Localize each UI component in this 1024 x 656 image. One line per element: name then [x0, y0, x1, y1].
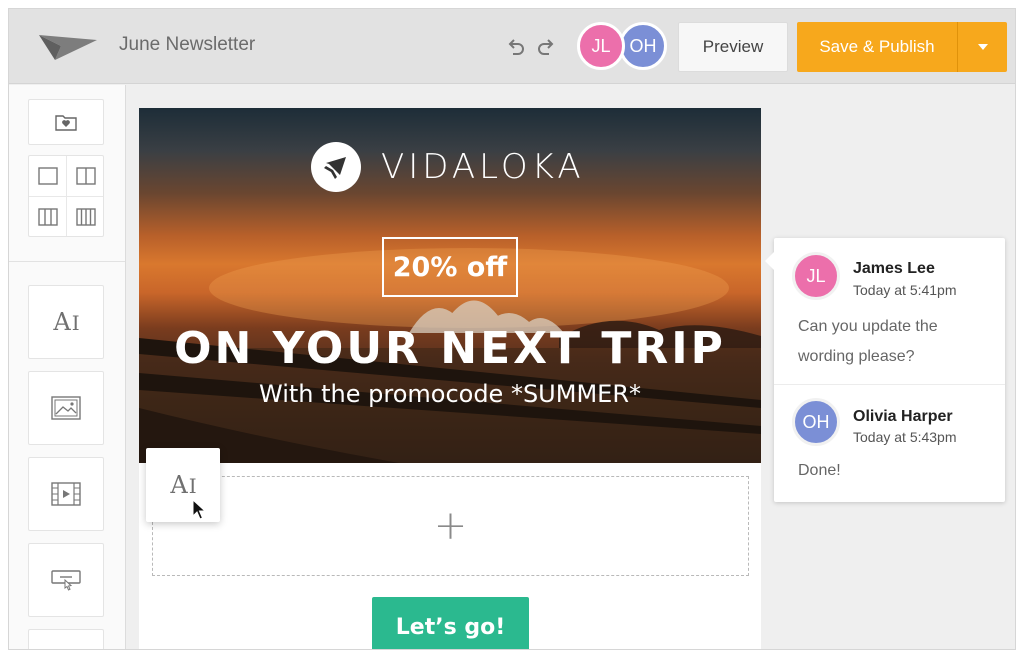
hero-headline[interactable]: ON YOUR NEXT TRIP: [139, 323, 761, 374]
button-click-icon: [51, 570, 81, 591]
block-drop-zone[interactable]: +: [152, 476, 749, 576]
saved-blocks-button[interactable]: [28, 99, 104, 145]
top-bar: June Newsletter JL OH Preview Save & Pub…: [9, 9, 1015, 84]
layout-3-columns[interactable]: [29, 197, 66, 237]
four-column-icon: [75, 208, 96, 226]
image-icon: [51, 396, 81, 420]
comment-item[interactable]: JL James Lee Today at 5:41pm Can you upd…: [774, 238, 1005, 385]
plus-icon: +: [433, 503, 468, 549]
folder-heart-icon: [55, 115, 77, 131]
publish-options-dropdown[interactable]: [957, 22, 1007, 72]
comment-timestamp: Today at 5:41pm: [853, 282, 957, 298]
dragged-text-block[interactable]: AI: [146, 448, 220, 522]
mouse-pointer-icon: [192, 499, 207, 520]
editor-window: June Newsletter JL OH Preview Save & Pub…: [8, 8, 1016, 650]
layout-1-column[interactable]: [29, 156, 66, 196]
text-icon: AI: [53, 308, 80, 336]
avatar: JL: [792, 252, 840, 300]
comment-text: Done!: [798, 462, 841, 479]
avatar: OH: [792, 398, 840, 446]
collaborator-avatar-jl[interactable]: JL: [577, 22, 625, 70]
document-title[interactable]: June Newsletter: [119, 34, 255, 56]
collaborator-avatar-oh[interactable]: OH: [619, 22, 667, 70]
comment-text: Can you update the wording please?: [798, 318, 938, 365]
text-block-tool[interactable]: AI: [28, 285, 104, 359]
undo-icon[interactable]: [504, 37, 526, 59]
comment-author: Olivia Harper: [853, 408, 953, 425]
hero-subheadline[interactable]: With the promocode *SUMMER*: [139, 380, 761, 408]
brand-name: VIDALOKA: [381, 147, 585, 187]
more-blocks-tool[interactable]: [28, 629, 104, 649]
comment-item[interactable]: OH Olivia Harper Today at 5:43pm Done!: [774, 386, 1005, 502]
airplane-icon: [311, 142, 361, 192]
comment-author: James Lee: [853, 260, 935, 277]
video-block-tool[interactable]: [28, 457, 104, 531]
text-icon-cursor: I: [71, 311, 80, 335]
preview-button[interactable]: Preview: [678, 22, 788, 72]
layout-grid: [28, 155, 104, 237]
comments-panel: JL James Lee Today at 5:41pm Can you upd…: [765, 238, 1005, 502]
layout-4-columns[interactable]: [67, 197, 104, 237]
video-icon: [51, 482, 81, 506]
hero-image[interactable]: VIDALOKA 20% off ON YOUR NEXT TRIP With …: [139, 108, 761, 463]
cta-button[interactable]: Let’s go!: [372, 597, 529, 649]
text-icon-cursor: I: [188, 474, 197, 498]
email-canvas: VIDALOKA 20% off ON YOUR NEXT TRIP With …: [139, 108, 761, 649]
button-block-tool[interactable]: [28, 543, 104, 617]
chevron-down-icon: [977, 44, 988, 50]
layout-2-columns[interactable]: [67, 156, 104, 196]
text-icon-letter: A: [170, 471, 187, 499]
text-icon-letter: A: [53, 308, 70, 336]
brand-logo: VIDALOKA: [311, 142, 585, 192]
discount-badge[interactable]: 20% off: [382, 237, 518, 297]
two-column-icon: [75, 167, 96, 185]
save-publish-button[interactable]: Save & Publish: [797, 22, 957, 72]
redo-icon[interactable]: [536, 37, 558, 59]
image-block-tool[interactable]: [28, 371, 104, 445]
three-column-icon: [37, 208, 58, 226]
text-icon: AI: [170, 471, 197, 499]
comment-timestamp: Today at 5:43pm: [853, 429, 957, 445]
divider: [9, 261, 125, 262]
paper-plane-logo-icon[interactable]: [37, 27, 99, 63]
block-sidebar: AI: [9, 85, 126, 649]
one-column-icon: [37, 167, 58, 185]
